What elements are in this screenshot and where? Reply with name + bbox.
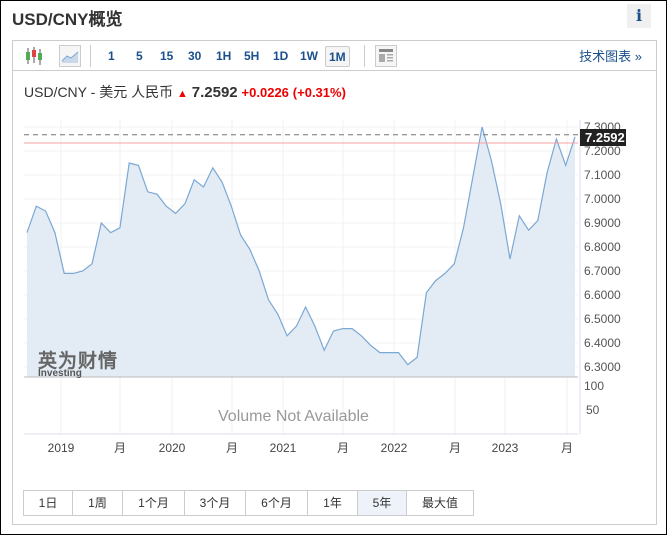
x-tick-label: 月 (561, 441, 573, 455)
range-1y[interactable]: 1年 (308, 491, 358, 515)
interval-15[interactable]: 15 (160, 46, 173, 67)
y-tick-label: 7.2000 (584, 144, 621, 158)
quote-line: USD/CNY - 美元 人民币 ▲ 7.2592 +0.0226 (+0.31… (24, 82, 346, 102)
y-tick-label: 6.7000 (584, 264, 621, 278)
toolbar-divider (364, 45, 365, 67)
range-max[interactable]: 最大值 (407, 491, 473, 515)
area-chart-icon[interactable] (59, 45, 81, 67)
last-price: 7.2592 (191, 84, 238, 101)
interval-1d[interactable]: 1D (273, 46, 288, 67)
x-tick-label: 2022 (381, 441, 408, 455)
interval-1[interactable]: 1 (108, 46, 115, 67)
range-selector: 1日 1周 1个月 3个月 6个月 1年 5年 最大值 (23, 490, 474, 516)
y-tick-label: 6.9000 (584, 216, 621, 230)
volume-not-available: Volume Not Available (218, 408, 369, 425)
candlestick-icon[interactable] (25, 46, 43, 66)
last-price-badge-label: 7.2592 (585, 130, 625, 145)
page-title: USD/CNY概览 (12, 10, 123, 29)
range-6m[interactable]: 6个月 (246, 491, 308, 515)
price-change-percent: (+0.31%) (292, 85, 346, 100)
chart-toolbar: 1 5 15 30 1H 5H 1D 1W 1M 技术图表 » (13, 41, 656, 71)
x-tick-label: 月 (337, 441, 349, 455)
interval-1w[interactable]: 1W (300, 46, 318, 67)
technical-chart-link[interactable]: 技术图表 » (579, 46, 642, 67)
x-tick-label: 2020 (159, 441, 186, 455)
y-tick-label: 6.8000 (584, 240, 621, 254)
instrument-name: USD/CNY - 美元 人民币 (24, 84, 174, 100)
y-tick-label: 6.6000 (584, 288, 621, 302)
volume-tick-label: 100 (584, 379, 604, 393)
x-tick-label: 2021 (270, 441, 297, 455)
x-tick-label: 2019 (48, 441, 75, 455)
x-tick-label: 月 (449, 441, 461, 455)
range-3m[interactable]: 3个月 (185, 491, 246, 515)
interval-1m[interactable]: 1M (325, 46, 350, 67)
price-change: +0.0226 (241, 85, 289, 100)
y-tick-label: 6.5000 (584, 312, 621, 326)
range-1w[interactable]: 1周 (73, 491, 123, 515)
interval-1h[interactable]: 1H (216, 46, 231, 67)
arrow-up-icon: ▲ (176, 88, 188, 100)
interval-30[interactable]: 30 (188, 46, 201, 67)
range-1d[interactable]: 1日 (24, 491, 73, 515)
layout-icon[interactable] (375, 45, 397, 67)
range-5y[interactable]: 5年 (358, 491, 407, 515)
interval-5[interactable]: 5 (136, 46, 143, 67)
info-button[interactable]: i (627, 4, 651, 28)
x-tick-label: 月 (226, 441, 238, 455)
y-tick-label: 6.3000 (584, 360, 621, 374)
y-tick-label: 6.4000 (584, 336, 621, 350)
y-tick-label: 7.0000 (584, 192, 621, 206)
x-tick-label: 2023 (492, 441, 519, 455)
x-tick-label: 月 (114, 441, 126, 455)
y-tick-label: 7.1000 (584, 168, 621, 182)
interval-5h[interactable]: 5H (244, 46, 259, 67)
range-1m[interactable]: 1个月 (123, 491, 185, 515)
toolbar-divider (90, 45, 91, 67)
investing-logo: 英为财情 Investing (38, 352, 118, 379)
volume-tick-label: 50 (586, 403, 600, 417)
